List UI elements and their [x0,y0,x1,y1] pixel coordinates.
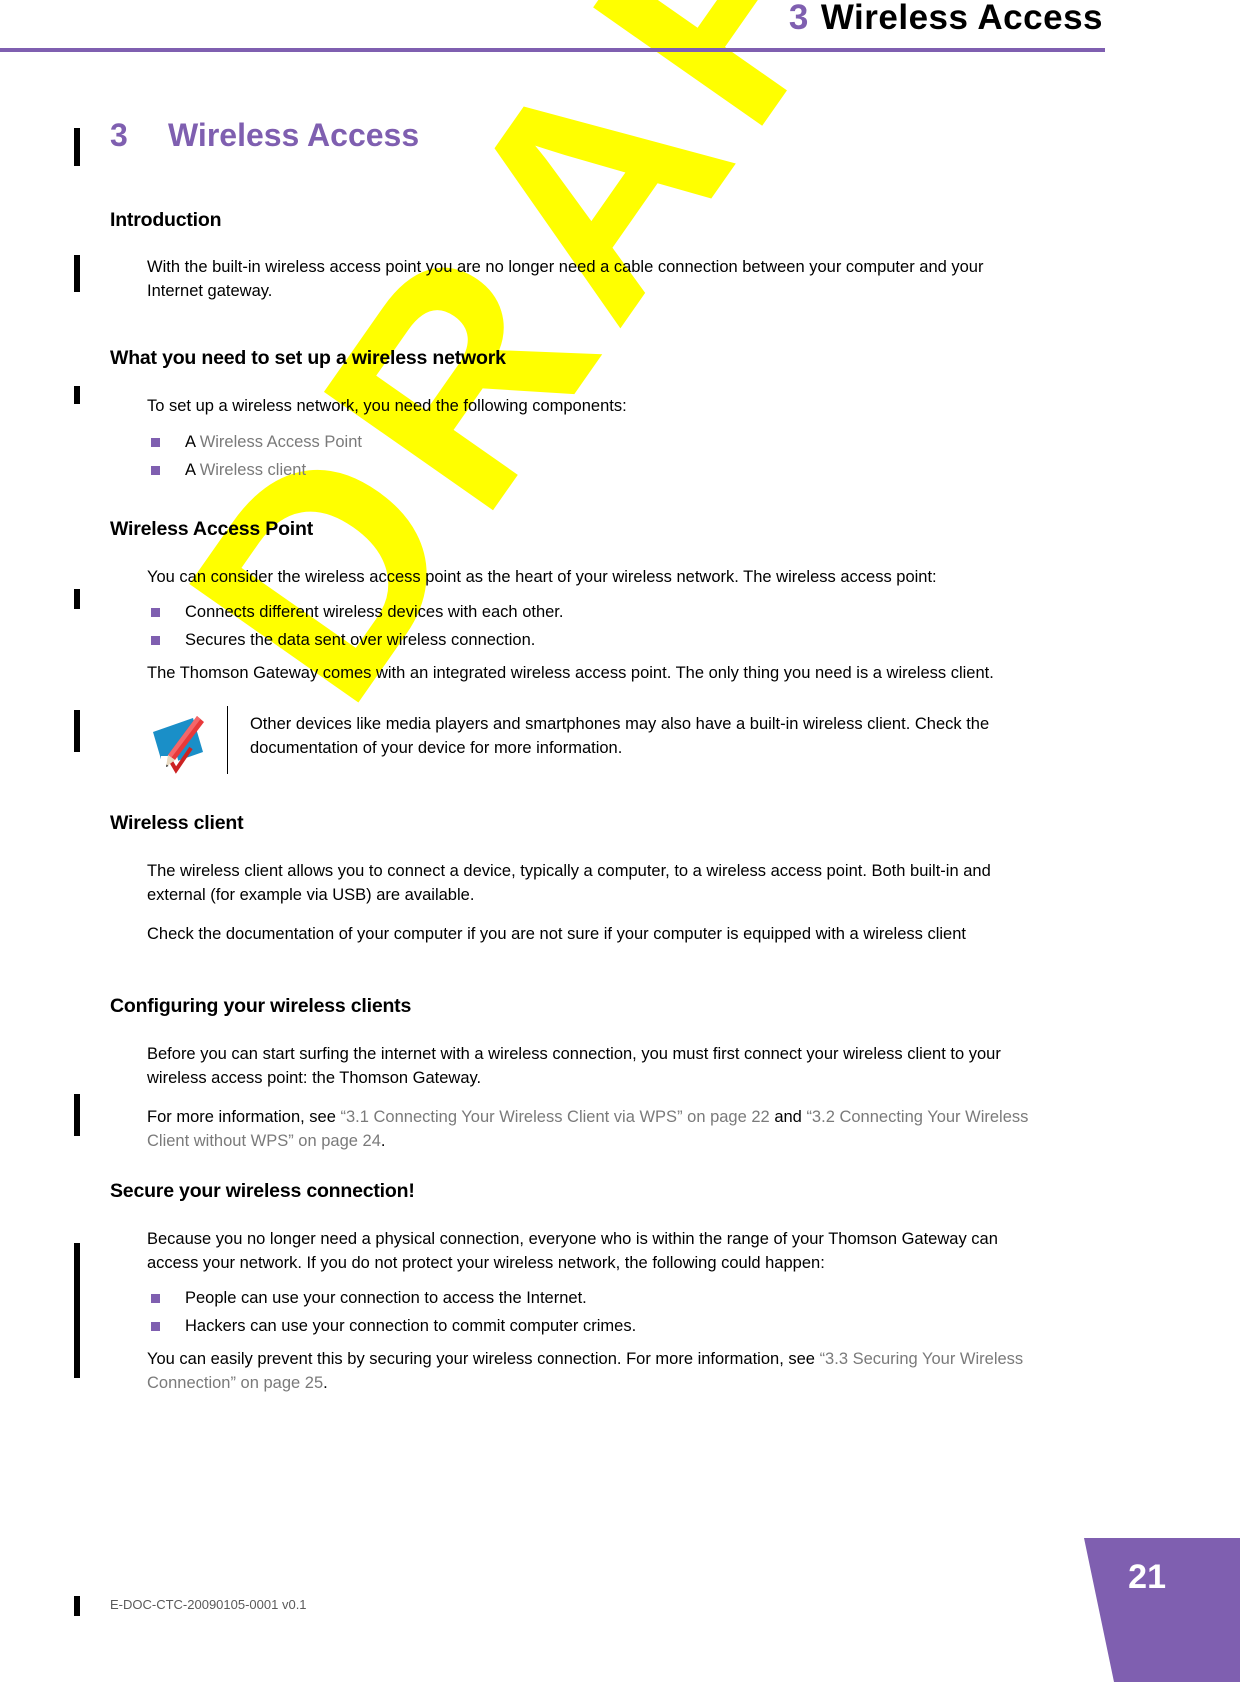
wireless-client-paragraph-2: Check the documentation of your computer… [147,925,966,943]
note-text: Other devices like media players and sma… [249,715,990,757]
secure-connection-bullet-list: People can use your connection to access… [147,1284,1040,1340]
section-heading-wireless-client: Wireless client [110,812,244,834]
list-item-text: Secures the data sent over wireless conn… [185,630,536,649]
secure-connection-paragraph-1: Because you no longer need a physical co… [147,1230,998,1272]
list-item-text: Hackers can use your connection to commi… [185,1317,637,1335]
bullet-square-icon [151,607,160,617]
section-heading-wireless-access-point: Wireless Access Point [110,518,313,540]
list-item: A Wireless client [147,456,1040,484]
change-bar [74,1596,80,1616]
change-bar [74,386,80,404]
bullet-square-icon [151,1322,160,1331]
xref-lead: You can easily prevent this by securing … [147,1350,820,1368]
list-item: A Wireless Access Point [147,428,1040,456]
list-item: Hackers can use your connection to commi… [147,1312,1040,1340]
what-you-need-bullet-list: A Wireless Access Point A Wireless clien… [147,428,1040,484]
running-header-text: 3 Wireless Access [789,0,1103,38]
cross-reference-link[interactable]: “3.1 Connecting Your Wireless Client via… [341,1108,770,1126]
list-item-text: Connects different wireless devices with… [185,602,564,621]
document-page: DRAFT 3 Wireless Access 3 Wireless Access … [0,0,1240,1682]
section-heading-introduction: Introduction [110,209,222,231]
bullet-square-icon [151,437,160,447]
change-bar [74,128,80,166]
list-item: Connects different wireless devices with… [147,598,1040,626]
xref-end: . [323,1373,328,1392]
header-rule [0,48,1105,52]
section-wireless-access-point: Wireless Access Point You can consider t… [110,518,1040,685]
xref-mid: and [769,1108,807,1126]
list-item: Secures the data sent over wireless conn… [147,626,1040,654]
list-item-text: People can use your connection to access… [185,1289,587,1307]
wap-intro: You can consider the wireless access poi… [147,568,937,586]
configuring-clients-paragraph-1: Before you can start surfing the interne… [147,1045,1001,1087]
running-header: 3 Wireless Access [0,0,1240,58]
xref-lead: For more information, see [147,1108,341,1126]
configuring-clients-xref-sentence: For more information, see “3.1 Connectin… [147,1106,1040,1153]
secure-connection-xref-sentence: You can easily prevent this by securing … [147,1348,1040,1395]
note-pencil-icon [147,712,209,774]
bullet-square-icon [151,465,160,475]
change-bar [74,1094,80,1136]
wap-bullet-list: Connects different wireless devices with… [147,598,1040,654]
chapter-heading-number: 3 [110,117,128,153]
chapter-heading: 3 Wireless Access [110,117,419,154]
section-configuring-clients: Configuring your wireless clients Before… [110,995,1040,1153]
section-secure-connection: Secure your wireless connection! Because… [110,1180,1040,1395]
page-number: 21 [1128,1558,1166,1596]
cross-reference-link[interactable]: Wireless Access Point [200,433,362,451]
running-header-chapter-title: Wireless Access [820,0,1103,37]
section-heading-configuring-clients: Configuring your wireless clients [110,995,412,1017]
section-heading-what-you-need: What you need to set up a wireless netwo… [110,347,506,369]
change-bar [74,1243,80,1378]
note-divider [227,706,228,774]
wireless-client-paragraph-1: The wireless client allows you to connec… [147,862,991,904]
section-heading-secure-connection: Secure your wireless connection! [110,1180,415,1202]
footer-document-id: E-DOC-CTC-20090105-0001 v0.1 [110,1597,307,1612]
running-header-chapter-number: 3 [788,0,809,37]
section-wireless-client: Wireless client The wireless client allo… [110,812,1040,947]
xref-end: . [380,1131,386,1150]
list-item: People can use your connection to access… [147,1284,1040,1312]
change-bar [74,255,80,292]
cross-reference-link[interactable]: Wireless client [200,461,306,479]
change-bar [74,710,80,752]
bullet-prefix: A [185,432,200,451]
introduction-paragraph: With the built-in wireless access point … [147,258,984,300]
section-introduction: Introduction With the built-in wireless … [110,209,1040,303]
bullet-square-icon [151,1294,160,1303]
section-what-you-need: What you need to set up a wireless netwo… [110,347,1040,484]
chapter-heading-title: Wireless Access [168,117,420,153]
bullet-square-icon [151,635,160,645]
change-bar [74,589,80,609]
note-box: Other devices like media players and sma… [147,706,1047,774]
bullet-prefix: A [185,460,200,479]
what-you-need-intro: To set up a wireless network, you need t… [147,397,627,415]
wap-outro: The Thomson Gateway comes with an integr… [147,663,994,682]
